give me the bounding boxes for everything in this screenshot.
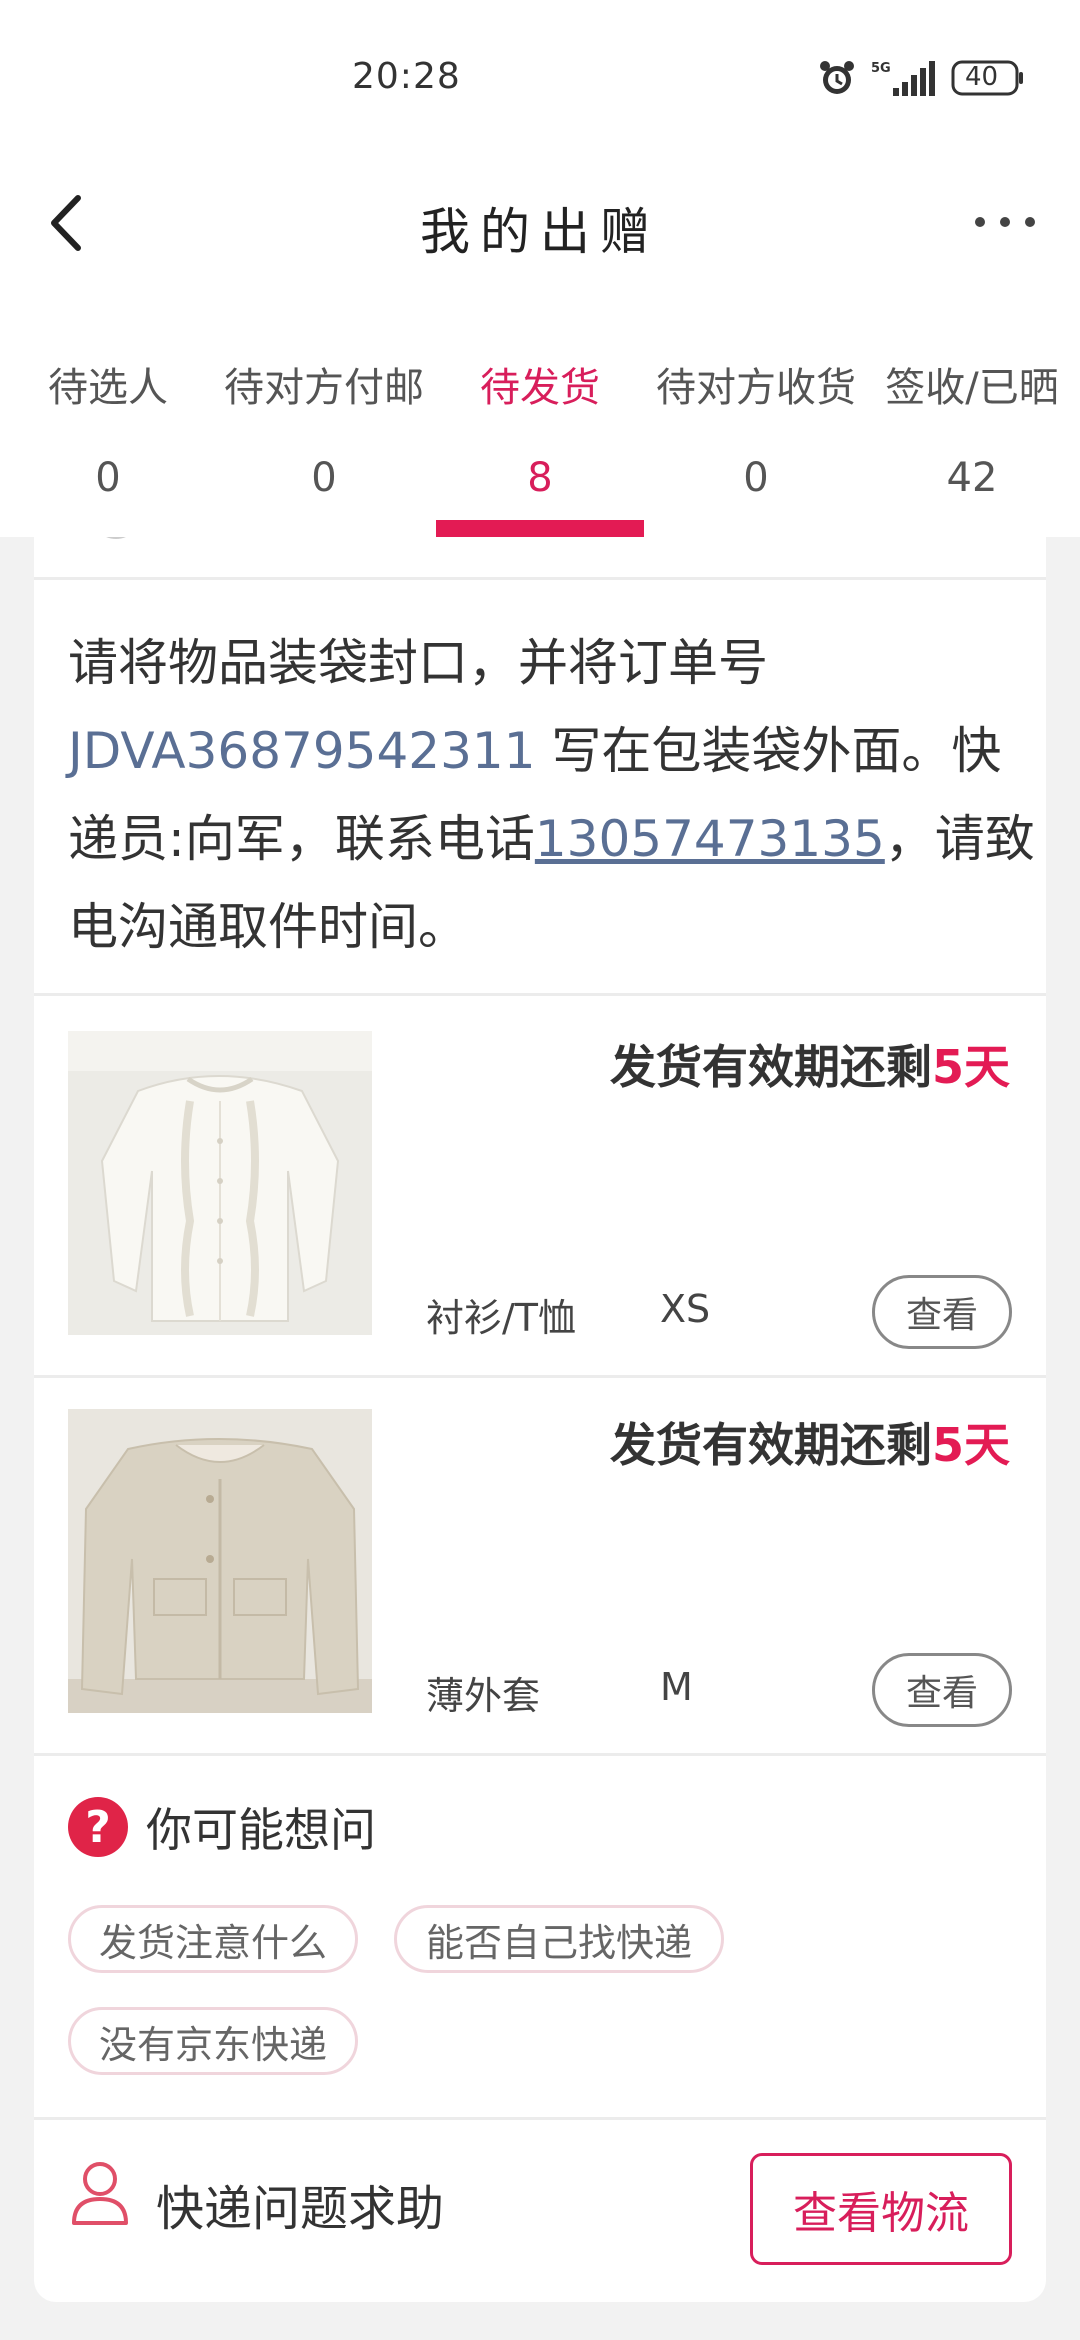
product-image-jacket[interactable] [68,1409,372,1713]
faq-header: ? 你可能想问 [68,1794,376,1860]
question-circle-icon: ? [68,1797,128,1857]
order-status-tabs: 待选人 0 待对方付邮 0 待发货 8 待对方收货 0 签收/已晒 42 [0,295,1080,537]
divider [34,577,1046,580]
tab-label: 待对方收货 [656,365,856,411]
battery-icon: 40 [951,58,1025,98]
faq-chip[interactable]: 能否自己找快递 [394,1905,724,1973]
faq-chip[interactable]: 没有京东快递 [68,2007,358,2075]
deadline-text: 发货有效期还剩 [609,1418,932,1472]
view-button[interactable]: 查看 [872,1653,1012,1727]
divider [34,1753,1046,1756]
status-bar: 20:28 5G 40 [0,0,1080,150]
tab-pending-postage[interactable]: 待对方付邮 0 [216,295,432,537]
shipment-card: 请将物品装袋封口，并将订单号 JDVA36879542311 写在包装袋外面。快… [34,537,1046,2302]
product-size: XS [660,1287,711,1331]
order-number[interactable]: JDVA36879542311 [68,722,536,780]
page-title: 我的出赠 [420,203,660,261]
product-image-blouse[interactable] [68,1031,372,1335]
network-type-label: 5G [871,61,891,76]
divider [34,993,1046,996]
signal-icon: 5G [871,58,937,98]
tab-label: 待选人 [48,365,168,411]
product-row[interactable]: 发货有效期还剩5天 薄外套 M 查看 [34,1375,1046,1753]
courier-help-link[interactable]: 快递问题求助 [156,2169,444,2239]
status-icons: 5G 40 [817,56,1025,100]
tab-count: 42 [946,455,998,501]
alarm-icon [817,58,857,98]
page: 20:28 5G 40 我的出赠 待选人 0 待对方付邮 0 待发货 8 待对方… [0,0,1080,2340]
tab-count: 0 [95,455,121,501]
tab-count: 0 [743,455,769,501]
deadline-days: 5天 [931,1040,1010,1094]
product-category: 薄外套 [426,1674,541,1718]
more-dots-icon[interactable] [970,202,1040,242]
product-size: M [660,1665,693,1709]
tab-received[interactable]: 签收/已晒 42 [864,295,1080,537]
view-button[interactable]: 查看 [872,1275,1012,1349]
tab-label: 待对方付邮 [224,365,424,411]
faq-chip[interactable]: 发货注意什么 [68,1905,358,1973]
faq-title: 你可能想问 [146,1803,376,1857]
shipping-deadline: 发货有效期还剩5天 [610,1031,1010,1097]
divider [34,2117,1046,2120]
tab-pending-shipment[interactable]: 待发货 8 [432,295,648,537]
avatar [90,537,142,539]
person-icon [68,2159,132,2227]
view-logistics-button[interactable]: 查看物流 [750,2153,1012,2265]
product-row[interactable]: 发货有效期还剩5天 衬衫/T恤 XS 查看 [34,997,1046,1375]
shipping-deadline: 发货有效期还剩5天 [610,1409,1010,1475]
tab-label: 待发货 [480,365,600,411]
product-category: 衬衫/T恤 [426,1296,577,1340]
shipping-instructions: 请将物品装袋封口，并将订单号 JDVA36879542311 写在包装袋外面。快… [68,619,1038,971]
nav-bar: 我的出赠 [0,150,1080,295]
tab-pending-select[interactable]: 待选人 0 [0,295,216,537]
deadline-days: 5天 [931,1418,1010,1472]
tab-count: 8 [527,455,553,501]
tab-count: 0 [311,455,337,501]
status-time: 20:28 [352,56,461,97]
battery-level: 40 [965,62,999,92]
instruction-text: 请将物品装袋封口，并将订单号 [68,634,768,692]
courier-phone-link[interactable]: 13057473135 [535,810,885,868]
tab-pending-receipt[interactable]: 待对方收货 0 [648,295,864,537]
deadline-text: 发货有效期还剩 [609,1040,932,1094]
tab-label: 签收/已晒 [885,365,1059,411]
active-tab-indicator [436,520,644,537]
